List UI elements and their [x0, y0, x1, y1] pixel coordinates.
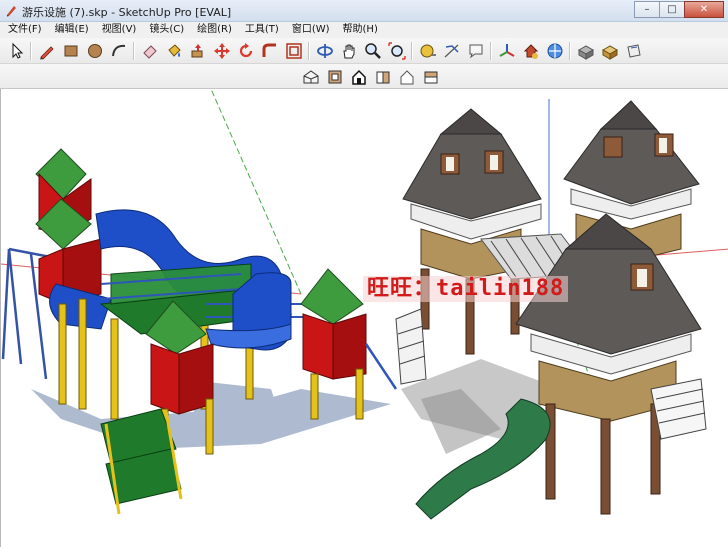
menu-view[interactable]: 视图(V) — [98, 22, 141, 38]
menu-help[interactable]: 帮助(H) — [339, 22, 382, 38]
tape-measure-icon[interactable] — [418, 41, 438, 61]
circle-icon[interactable] — [85, 41, 105, 61]
text-icon[interactable] — [466, 41, 486, 61]
warehouse-icon[interactable] — [521, 41, 541, 61]
move-icon[interactable] — [212, 41, 232, 61]
menu-camera[interactable]: 镜头(C) — [145, 22, 188, 38]
watermark-text: 旺旺：tailin188 — [363, 276, 569, 302]
3d-viewport[interactable]: 旺旺：tailin188 — [0, 89, 728, 547]
zoom-extents-icon[interactable] — [387, 41, 407, 61]
rotate-icon[interactable] — [236, 41, 256, 61]
menu-draw[interactable]: 绘图(R) — [193, 22, 236, 38]
extension-icon[interactable] — [576, 41, 596, 61]
sketchup-app-icon — [7, 6, 16, 17]
iso-view-icon[interactable] — [301, 67, 321, 87]
follow-me-icon[interactable] — [260, 41, 280, 61]
top-view-icon[interactable] — [325, 67, 345, 87]
eraser-icon[interactable] — [140, 41, 160, 61]
materials-icon[interactable] — [600, 41, 620, 61]
rectangle-icon[interactable] — [61, 41, 81, 61]
left-playground — [1, 148, 398, 515]
section-icon[interactable] — [624, 41, 644, 61]
front-view-icon[interactable] — [349, 67, 369, 87]
offset-icon[interactable] — [284, 41, 304, 61]
arc-icon[interactable] — [109, 41, 129, 61]
views-toolbar — [0, 64, 728, 89]
select-icon[interactable] — [7, 41, 27, 61]
window-controls: – □ ✕ — [634, 1, 724, 19]
pencil-line-icon[interactable] — [37, 41, 57, 61]
menu-edit[interactable]: 编辑(E) — [51, 22, 93, 38]
maximize-button[interactable]: □ — [659, 1, 685, 18]
pan-icon[interactable] — [339, 41, 359, 61]
sketchup-window: 游乐设施 (7).skp - SketchUp Pro [EVAL] – □ ✕… — [0, 0, 728, 547]
window-title: 游乐设施 (7).skp - SketchUp Pro [EVAL] — [22, 6, 232, 19]
menu-window[interactable]: 窗口(W) — [288, 22, 334, 38]
menu-bar: 文件(F) 编辑(E) 视图(V) 镜头(C) 绘图(R) 工具(T) 窗口(W… — [0, 22, 728, 38]
paint-bucket-icon[interactable] — [164, 41, 184, 61]
axes-icon[interactable] — [497, 41, 517, 61]
title-bar: 游乐设施 (7).skp - SketchUp Pro [EVAL] – □ ✕ — [0, 0, 728, 22]
right-view-icon[interactable] — [373, 67, 393, 87]
model-scene — [1, 89, 728, 520]
menu-file[interactable]: 文件(F) — [4, 22, 46, 38]
components-icon[interactable] — [545, 41, 565, 61]
minimize-button[interactable]: – — [634, 1, 660, 18]
zoom-icon[interactable] — [363, 41, 383, 61]
right-playground — [395, 100, 707, 520]
dimension-icon[interactable] — [442, 41, 462, 61]
main-toolbar — [0, 38, 728, 64]
left-view-icon[interactable] — [421, 67, 441, 87]
close-button[interactable]: ✕ — [684, 1, 724, 18]
push-pull-icon[interactable] — [188, 41, 208, 61]
orbit-icon[interactable] — [315, 41, 335, 61]
menu-tools[interactable]: 工具(T) — [241, 22, 283, 38]
back-view-icon[interactable] — [397, 67, 417, 87]
